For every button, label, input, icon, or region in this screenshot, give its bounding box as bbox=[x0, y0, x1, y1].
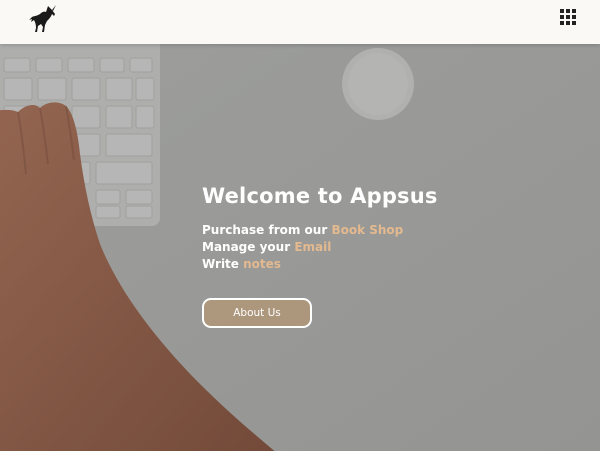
unicorn-logo-icon[interactable] bbox=[26, 4, 60, 34]
hero-section: Welcome to Appsus Purchase from our Book… bbox=[0, 44, 600, 451]
grid-dot bbox=[560, 15, 564, 19]
feature-prefix: Write bbox=[202, 257, 239, 271]
feature-prefix: Manage your bbox=[202, 240, 291, 254]
feature-line-email: Manage your Email bbox=[202, 239, 532, 256]
grid-dot bbox=[566, 15, 570, 19]
grid-dot bbox=[572, 15, 576, 19]
hero-title: Welcome to Appsus bbox=[202, 184, 438, 208]
grid-dot bbox=[560, 21, 564, 25]
grid-dot bbox=[566, 21, 570, 25]
app-header bbox=[0, 0, 600, 44]
notes-link[interactable]: notes bbox=[243, 257, 281, 271]
feature-line-notes: Write notes bbox=[202, 256, 532, 273]
grid-dot bbox=[572, 9, 576, 13]
hero-content: Welcome to Appsus Purchase from our Book… bbox=[202, 183, 532, 328]
feature-prefix: Purchase from our bbox=[202, 223, 328, 237]
email-link[interactable]: Email bbox=[294, 240, 331, 254]
grid-dot bbox=[560, 9, 564, 13]
feature-line-books: Purchase from our Book Shop bbox=[202, 222, 532, 239]
grid-dot bbox=[572, 21, 576, 25]
apps-menu-button[interactable] bbox=[560, 9, 578, 27]
app-page: Welcome to Appsus Purchase from our Book… bbox=[0, 0, 600, 451]
book-shop-link[interactable]: Book Shop bbox=[331, 223, 403, 237]
grid-dot bbox=[566, 9, 570, 13]
about-us-button[interactable]: About Us bbox=[202, 298, 312, 328]
